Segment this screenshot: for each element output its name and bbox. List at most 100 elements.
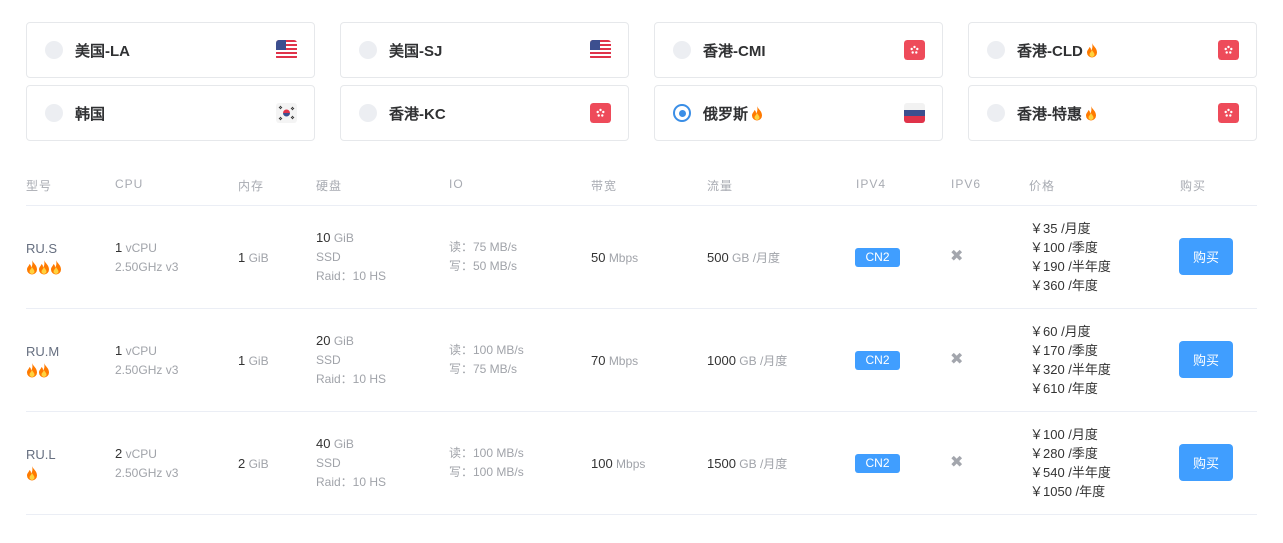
disk-unit: GiB: [333, 437, 354, 451]
bandwidth-value: 100: [591, 456, 613, 471]
buy-button[interactable]: 购买: [1179, 341, 1233, 378]
price-list: ￥60 /月度 ￥170 /季度 ￥320 /半年度 ￥610 /年度: [1030, 322, 1111, 398]
kr-flag-icon: [276, 103, 297, 123]
buy-button[interactable]: 购买: [1179, 444, 1233, 481]
cpu-frequency: 2.50GHz v3: [115, 466, 179, 480]
fire-icon: [51, 260, 61, 275]
fire-rating: [26, 258, 62, 277]
cpu-frequency: 2.50GHz v3: [115, 363, 179, 377]
memory-size: 2: [238, 456, 246, 471]
table-header: 型号 CPU 内存 硬盘 IO 带宽 流量 IPV4 IPV6 价格 购买: [26, 168, 1257, 206]
memory-size: 1: [238, 250, 246, 265]
price-half-year: ￥190 /半年度: [1030, 259, 1111, 274]
disk-raid: Raid：10 HS: [316, 372, 387, 386]
region-option-hk-kc[interactable]: 香港-KC: [340, 85, 629, 141]
price-quarterly: ￥170 /季度: [1030, 343, 1098, 358]
fire-icon: [39, 363, 49, 378]
ru-flag-icon: [904, 103, 925, 123]
header-buy: 购买: [1180, 179, 1207, 193]
table-row: RU.S 1 vCPU 2.50GHz v3 1 GiB 10 GiB SSD …: [26, 206, 1257, 309]
traffic-unit: GB /月度: [732, 251, 781, 265]
radio-icon[interactable]: [987, 104, 1005, 122]
io-write: 写：75 MB/s: [449, 362, 518, 376]
region-option-us-sj[interactable]: 美国-SJ: [340, 22, 629, 78]
x-mark-icon: ✖: [950, 454, 964, 471]
fire-icon: [27, 260, 37, 275]
price-monthly: ￥35 /月度: [1030, 221, 1091, 236]
memory-unit: GiB: [248, 457, 269, 471]
buy-button[interactable]: 购买: [1179, 238, 1233, 275]
header-bandwidth: 带宽: [591, 179, 618, 193]
fire-rating: [26, 361, 59, 380]
header-traffic: 流量: [707, 179, 734, 193]
region-name: 香港-CLD: [1017, 42, 1083, 60]
header-memory: 内存: [238, 179, 265, 193]
disk-size: 10: [316, 230, 331, 245]
cpu-count: 1: [115, 343, 123, 358]
model-name: RU.L: [26, 447, 56, 462]
us-flag-icon: [590, 40, 611, 60]
cpu-unit: vCPU: [125, 241, 157, 255]
region-option-hk-special[interactable]: 香港-特惠: [968, 85, 1257, 141]
price-list: ￥35 /月度 ￥100 /季度 ￥190 /半年度 ￥360 /年度: [1030, 219, 1111, 295]
price-list: ￥100 /月度 ￥280 /季度 ￥540 /半年度 ￥1050 /年度: [1030, 425, 1111, 501]
radio-icon[interactable]: [359, 104, 377, 122]
region-name: 美国-LA: [75, 42, 130, 60]
table-row: RU.L 2 vCPU 2.50GHz v3 2 GiB 40 GiB SSD …: [26, 412, 1257, 515]
price-yearly: ￥1050 /年度: [1030, 484, 1106, 499]
region-name: 韩国: [75, 105, 106, 123]
region-option-ru[interactable]: 俄罗斯: [654, 85, 943, 141]
traffic-unit: GB /月度: [739, 457, 788, 471]
memory-unit: GiB: [248, 251, 269, 265]
fire-rating: [26, 464, 56, 483]
traffic-value: 1500: [707, 456, 736, 471]
cpu-count: 1: [115, 240, 123, 255]
fire-icon: [27, 363, 37, 378]
radio-icon[interactable]: [673, 41, 691, 59]
model-name: RU.S: [26, 241, 58, 256]
price-half-year: ￥540 /半年度: [1030, 465, 1111, 480]
region-option-kr[interactable]: 韩国: [26, 85, 315, 141]
radio-icon[interactable]: [45, 41, 63, 59]
x-mark-icon: ✖: [950, 248, 964, 265]
disk-raid: Raid：10 HS: [316, 269, 387, 283]
cpu-count: 2: [115, 446, 123, 461]
hk-flag-icon: [590, 103, 611, 123]
traffic-value: 500: [707, 250, 729, 265]
region-name: 香港-特惠: [1017, 105, 1082, 123]
us-flag-icon: [276, 40, 297, 60]
disk-size: 40: [316, 436, 331, 451]
disk-raid: Raid：10 HS: [316, 475, 387, 489]
price-yearly: ￥360 /年度: [1030, 278, 1098, 293]
ipv4-badge: CN2: [855, 351, 900, 370]
radio-icon[interactable]: [45, 104, 63, 122]
hk-flag-icon: [1218, 40, 1239, 60]
fire-icon: [752, 105, 763, 120]
io-write: 写：100 MB/s: [449, 465, 524, 479]
header-ipv6: IPV6: [951, 177, 982, 191]
io-read: 读：100 MB/s: [449, 446, 524, 460]
io-write: 写：50 MB/s: [449, 259, 518, 273]
traffic-value: 1000: [707, 353, 736, 368]
disk-unit: GiB: [333, 231, 354, 245]
ipv4-badge: CN2: [855, 248, 900, 267]
region-option-us-la[interactable]: 美国-LA: [26, 22, 315, 78]
cpu-unit: vCPU: [125, 344, 157, 358]
disk-type: SSD: [316, 353, 341, 367]
region-name: 香港-KC: [389, 105, 446, 123]
region-option-hk-cmi[interactable]: 香港-CMI: [654, 22, 943, 78]
radio-selected-icon[interactable]: [673, 104, 691, 122]
header-ipv4: IPV4: [856, 177, 887, 191]
bandwidth-value: 70: [591, 353, 606, 368]
fire-icon: [1086, 105, 1096, 120]
fire-icon: [27, 466, 37, 481]
region-option-hk-cld[interactable]: 香港-CLD: [968, 22, 1257, 78]
price-monthly: ￥100 /月度: [1030, 427, 1098, 442]
radio-icon[interactable]: [987, 41, 1005, 59]
io-read: 读：75 MB/s: [449, 240, 518, 254]
memory-unit: GiB: [248, 354, 269, 368]
radio-icon[interactable]: [359, 41, 377, 59]
header-cpu: CPU: [115, 177, 144, 191]
region-name: 俄罗斯: [703, 105, 749, 123]
header-price: 价格: [1029, 179, 1056, 193]
